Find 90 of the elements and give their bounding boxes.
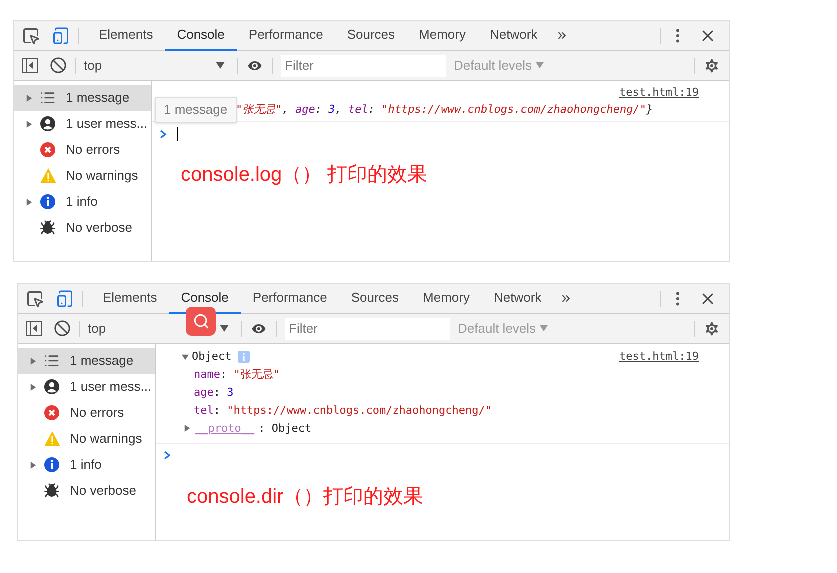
sidebar-item[interactable]: No verbose xyxy=(18,478,155,504)
proto-property[interactable]: __proto__ : Object xyxy=(184,420,312,438)
expand-arrow-icon[interactable] xyxy=(30,358,37,364)
caret-icon xyxy=(220,325,229,332)
annotation: console.dir（）打印的效果 xyxy=(187,484,425,510)
tab[interactable]: Elements xyxy=(87,20,166,50)
bug-icon xyxy=(44,483,60,499)
tab[interactable]: Network xyxy=(482,284,554,314)
sidebar-item-label: No errors xyxy=(70,404,124,422)
expand-arrow-icon[interactable] xyxy=(26,94,33,102)
user-icon xyxy=(44,379,60,395)
tooltip: 1 message xyxy=(155,97,237,122)
source-link[interactable]: test.html:19 xyxy=(620,85,699,102)
object-property: name: "张无忌" xyxy=(194,366,281,382)
object-property: age: 3 xyxy=(194,384,235,400)
caret-icon xyxy=(540,325,548,332)
sidebar-item[interactable]: No errors xyxy=(18,400,155,426)
sidebar-item-label: 1 user mess... xyxy=(70,378,152,396)
info-badge-icon xyxy=(238,351,250,364)
sidebar-item[interactable]: 1 user mess... xyxy=(18,374,155,400)
clear-icon[interactable] xyxy=(54,320,71,337)
bug-icon xyxy=(40,220,56,236)
inspect-icon[interactable] xyxy=(22,26,40,44)
log-message: "张无忌", age: 3, tel: "https://www.cnblogs.com/zhaohongcheng/"} xyxy=(236,102,654,116)
sidebar-item-label: No errors xyxy=(66,141,120,160)
inspect-icon[interactable] xyxy=(26,290,44,308)
text-cursor xyxy=(177,127,178,141)
sidebar-item[interactable]: No warnings xyxy=(18,426,155,452)
sidebar-item[interactable]: No errors xyxy=(14,137,151,163)
sidebar-item[interactable]: 1 info xyxy=(14,189,151,215)
tab[interactable]: Memory xyxy=(411,284,482,314)
tab[interactable]: Elements xyxy=(91,284,170,314)
sidebar-item-label: 1 message xyxy=(66,89,130,108)
filter-field[interactable]: Filter xyxy=(281,54,446,76)
sidebar-toggle-icon[interactable] xyxy=(22,58,38,73)
caret-icon xyxy=(216,62,225,69)
more-tabs-button[interactable]: » xyxy=(554,286,579,310)
more-tabs-button[interactable]: » xyxy=(550,24,575,48)
sidebar-item-label: No verbose xyxy=(66,219,132,238)
context-selector[interactable]: top xyxy=(84,56,229,76)
sidebar-item-label: No warnings xyxy=(66,167,138,186)
caret-icon xyxy=(536,62,544,69)
sidebar-item[interactable]: 1 user mess... xyxy=(14,111,151,137)
warning-icon xyxy=(40,168,57,184)
sidebar-item-label: 1 user mess... xyxy=(66,115,148,134)
sidebar-item[interactable]: No warnings xyxy=(14,163,151,189)
triangle-icon[interactable] xyxy=(184,425,191,432)
tab[interactable]: Network xyxy=(478,20,550,50)
error-icon xyxy=(44,405,60,421)
sidebar-item-label: No warnings xyxy=(70,430,142,448)
sidebar-item-label: 1 info xyxy=(70,456,102,474)
tab[interactable]: Performance xyxy=(236,20,336,50)
warning-icon xyxy=(44,431,61,447)
filter-field[interactable]: Filter xyxy=(285,318,450,340)
sidebar-toggle-icon[interactable] xyxy=(26,321,42,336)
context-selector[interactable]: top xyxy=(88,318,233,338)
expand-arrow-icon[interactable] xyxy=(30,462,37,468)
sidebar-item-label: No verbose xyxy=(70,482,136,500)
tab[interactable]: Sources xyxy=(339,284,412,314)
user-icon xyxy=(40,116,56,132)
sidebar-item[interactable]: 1 message xyxy=(14,85,151,111)
expand-arrow-icon[interactable] xyxy=(26,120,33,128)
sidebar-item[interactable]: 1 info xyxy=(18,452,155,478)
expand-arrow-icon[interactable] xyxy=(30,384,37,390)
sidebar-item[interactable]: 1 message xyxy=(18,348,155,374)
search-overlay-icon[interactable] xyxy=(186,307,216,336)
device-icon[interactable] xyxy=(52,26,70,44)
clear-icon[interactable] xyxy=(50,57,67,74)
settings-icon[interactable] xyxy=(703,320,721,338)
device-icon[interactable] xyxy=(56,290,74,308)
list-icon xyxy=(44,353,60,369)
tab[interactable]: Performance xyxy=(240,284,340,314)
info-icon xyxy=(44,457,60,473)
expand-arrow-icon[interactable] xyxy=(26,198,33,206)
info-icon xyxy=(40,194,56,210)
annotation: console.log（） 打印的效果 xyxy=(181,163,429,188)
object-toggle[interactable]: Object xyxy=(182,349,232,366)
list-icon xyxy=(40,90,56,106)
sidebar-item-label: 1 info xyxy=(66,193,98,212)
settings-icon[interactable] xyxy=(703,56,721,74)
tab[interactable]: Sources xyxy=(335,20,408,50)
triangle-icon[interactable] xyxy=(182,354,189,361)
sidebar-item[interactable]: No verbose xyxy=(14,215,151,241)
error-icon xyxy=(40,142,56,158)
prompt-icon xyxy=(164,451,171,460)
tab[interactable]: Memory xyxy=(407,20,478,50)
prompt-icon xyxy=(160,130,167,138)
object-property: tel: "https://www.cnblogs.com/zhaohongcheng/" xyxy=(194,402,494,418)
sidebar-item-label: 1 message xyxy=(70,352,134,370)
source-link[interactable]: test.html:19 xyxy=(620,349,699,366)
